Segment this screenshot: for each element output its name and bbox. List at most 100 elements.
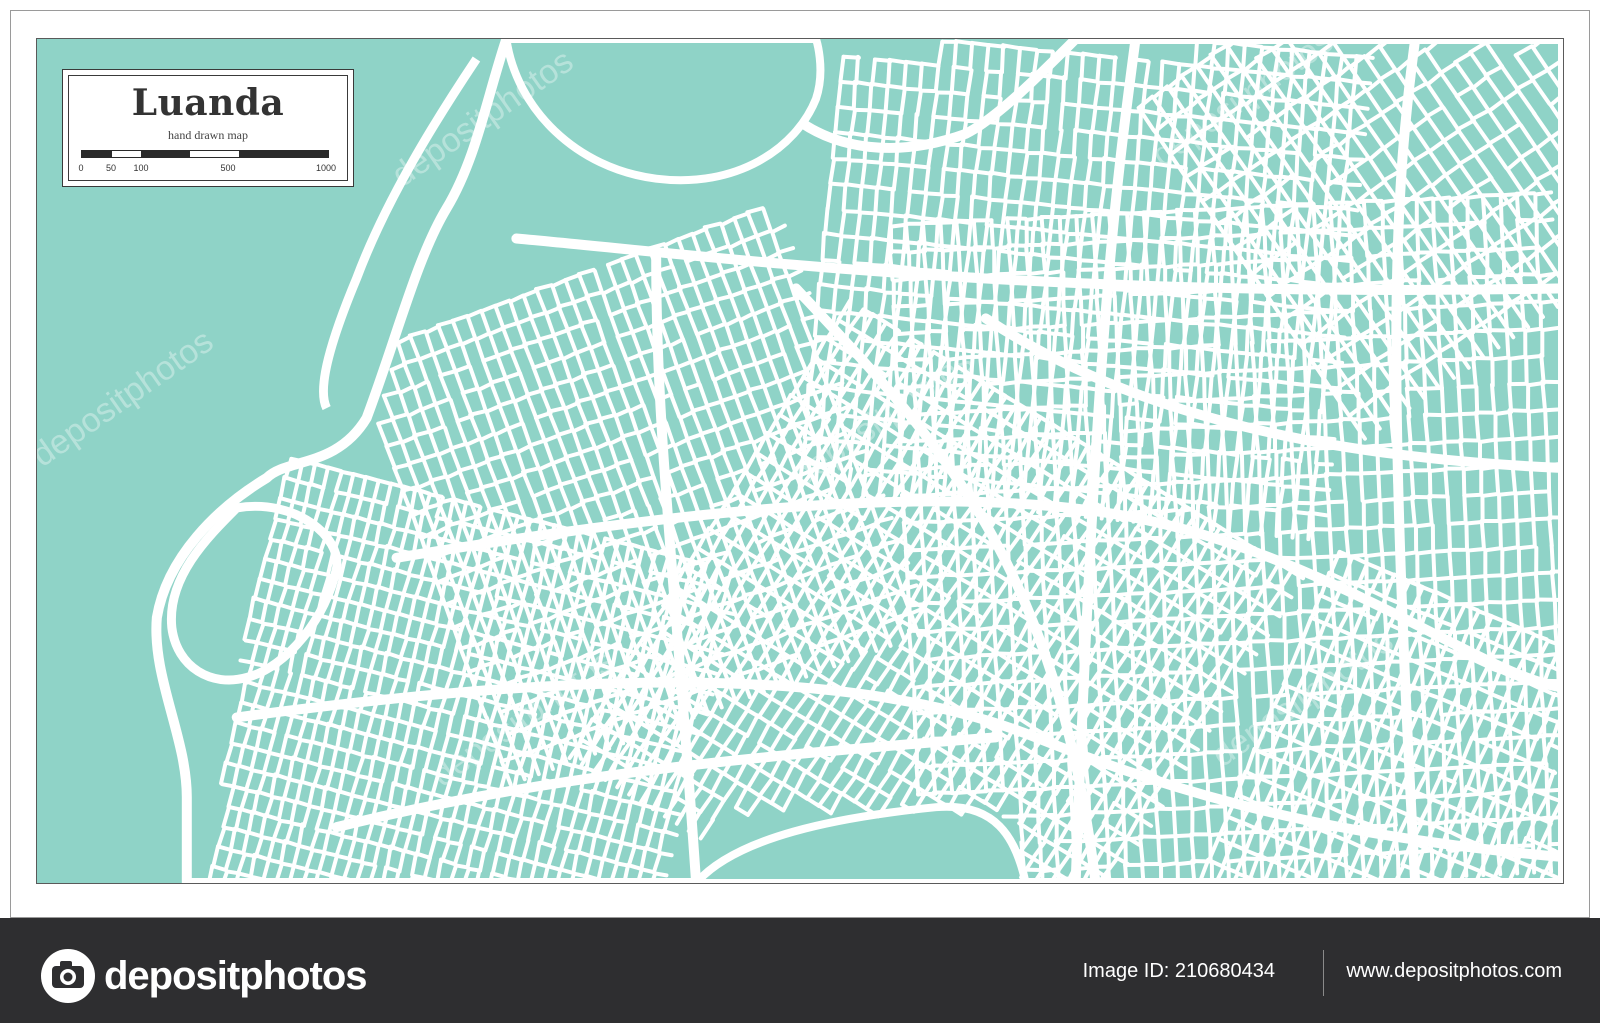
street xyxy=(1227,375,1247,381)
street xyxy=(978,119,999,125)
street xyxy=(1205,804,1212,837)
street xyxy=(1494,464,1501,496)
street xyxy=(1108,81,1116,111)
street xyxy=(1219,270,1241,278)
street xyxy=(1095,53,1102,84)
street xyxy=(918,216,926,246)
street xyxy=(860,313,868,343)
street xyxy=(1117,338,1138,345)
street xyxy=(1311,486,1332,492)
street xyxy=(953,347,960,378)
street xyxy=(943,329,950,361)
street xyxy=(884,391,891,422)
street xyxy=(1498,193,1504,225)
street xyxy=(841,361,863,368)
street xyxy=(1531,517,1537,549)
street xyxy=(1074,214,1080,246)
street xyxy=(928,114,936,144)
street xyxy=(932,396,939,427)
street xyxy=(1044,297,1050,329)
street xyxy=(1135,134,1141,165)
street xyxy=(918,88,938,94)
street xyxy=(1200,448,1206,480)
street xyxy=(934,370,941,402)
street xyxy=(1158,59,1165,91)
street xyxy=(1543,407,1563,413)
street xyxy=(1306,446,1313,479)
street xyxy=(1427,494,1434,527)
street xyxy=(894,135,900,167)
street xyxy=(1361,497,1382,504)
street xyxy=(1309,527,1317,560)
street xyxy=(883,262,905,270)
street xyxy=(1162,342,1168,373)
street xyxy=(1005,216,1012,249)
street xyxy=(1108,565,1115,597)
street xyxy=(1148,161,1155,192)
street xyxy=(1165,317,1172,348)
street xyxy=(1082,403,1090,435)
street xyxy=(947,90,954,121)
street xyxy=(1060,101,1081,108)
street xyxy=(1045,73,1051,105)
street xyxy=(1138,834,1161,839)
street xyxy=(1123,862,1129,883)
street xyxy=(1445,494,1451,526)
street xyxy=(1279,456,1285,488)
street xyxy=(1263,300,1269,332)
street xyxy=(1416,576,1437,583)
street xyxy=(860,338,881,345)
street xyxy=(905,189,912,219)
street xyxy=(985,223,1005,229)
street xyxy=(1475,764,1482,796)
street xyxy=(1324,446,1330,478)
street xyxy=(1552,598,1558,629)
street xyxy=(1491,762,1499,795)
street xyxy=(1422,412,1430,446)
street xyxy=(894,315,915,322)
street xyxy=(1107,414,1114,445)
street xyxy=(1136,134,1158,141)
street xyxy=(1051,203,1071,210)
street xyxy=(1312,554,1334,560)
street xyxy=(1467,575,1472,607)
street xyxy=(1547,489,1553,521)
street xyxy=(1109,388,1116,419)
street xyxy=(984,42,991,73)
street xyxy=(1150,161,1172,168)
street xyxy=(844,310,851,341)
street xyxy=(1239,449,1261,456)
street xyxy=(1031,226,1053,233)
street xyxy=(1313,608,1321,641)
street xyxy=(1533,571,1540,603)
street xyxy=(968,194,975,225)
street xyxy=(988,170,1010,178)
street xyxy=(1186,421,1192,453)
street xyxy=(1112,294,1118,325)
street xyxy=(1176,369,1182,400)
street xyxy=(1025,432,1032,462)
street xyxy=(947,244,954,275)
street xyxy=(881,109,888,140)
street xyxy=(1433,575,1454,582)
street xyxy=(978,93,986,124)
street xyxy=(1188,778,1209,784)
street xyxy=(1480,491,1501,498)
street xyxy=(1305,383,1326,389)
street xyxy=(973,477,995,484)
street xyxy=(857,183,864,214)
street xyxy=(1171,806,1178,839)
street xyxy=(1085,310,1093,340)
street xyxy=(1050,177,1058,208)
street xyxy=(1168,445,1174,477)
street xyxy=(1076,103,1097,110)
street xyxy=(1170,292,1191,299)
street xyxy=(1264,638,1271,671)
street xyxy=(1040,241,1063,247)
street xyxy=(1059,435,1080,442)
street xyxy=(1208,399,1228,405)
street xyxy=(1456,384,1478,390)
street xyxy=(1053,177,1074,184)
street xyxy=(1283,637,1304,644)
street xyxy=(865,108,872,138)
